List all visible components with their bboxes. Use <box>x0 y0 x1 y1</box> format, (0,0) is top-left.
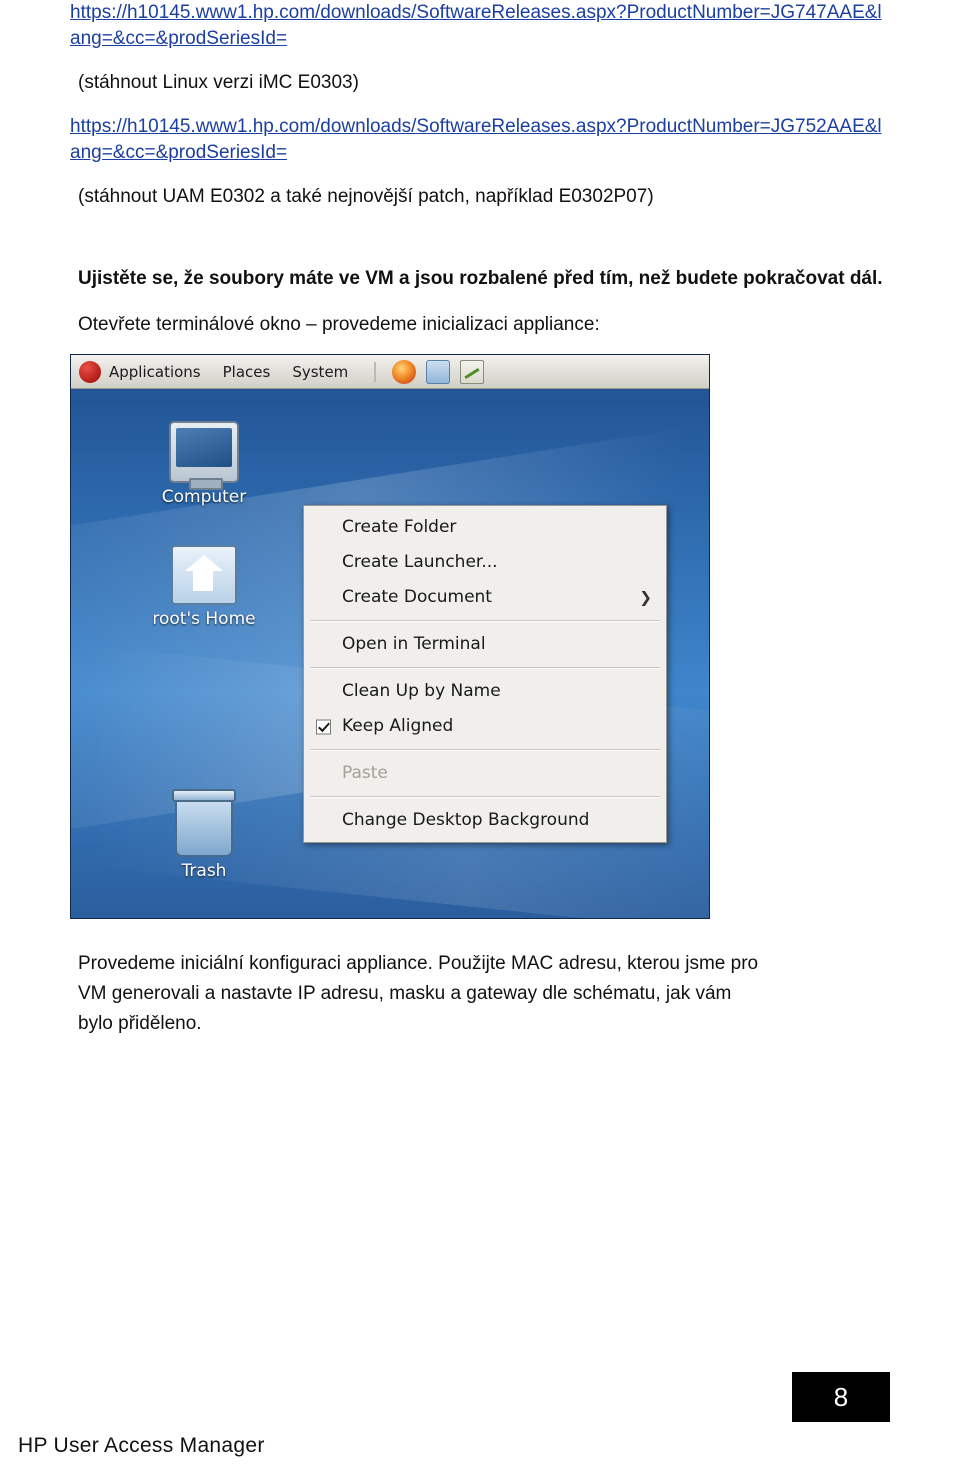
download-link-jg752aae[interactable]: https://h10145.www1.hp.com/downloads/Sof… <box>70 114 890 166</box>
download-link-jg747aae[interactable]: https://h10145.www1.hp.com/downloads/Sof… <box>70 0 890 52</box>
url-block-1: https://h10145.www1.hp.com/downloads/Sof… <box>70 0 890 52</box>
context-menu-item-create-launcher[interactable]: Create Launcher... <box>304 545 666 580</box>
computer-icon <box>169 421 239 490</box>
desktop-icon-label: root's Home <box>152 609 256 629</box>
context-menu-item-label: Paste <box>342 763 388 783</box>
context-menu-item-label: Create Launcher... <box>342 552 498 572</box>
desktop-icon-label: Trash <box>181 861 227 881</box>
panel-separator <box>374 361 377 382</box>
desktop-icon-label: Computer <box>161 487 247 507</box>
context-menu-item-label: Open in Terminal <box>342 634 486 654</box>
desktop-icon-home[interactable]: root's Home <box>129 545 279 629</box>
chevron-right-icon: ❯ <box>639 588 652 606</box>
context-menu-item-open-in-terminal[interactable]: Open in Terminal <box>304 627 666 662</box>
trash-icon <box>172 789 236 857</box>
footer-title: HP User Access Manager <box>18 1434 265 1457</box>
context-menu-separator <box>310 749 660 751</box>
gnome-top-panel: Applications Places System <box>71 355 709 389</box>
document-page: https://h10145.www1.hp.com/downloads/Sof… <box>0 0 960 1466</box>
context-menu-item-clean-up-by-name[interactable]: Clean Up by Name <box>304 674 666 709</box>
context-menu-item-label: Change Desktop Background <box>342 810 590 830</box>
url-block-2: https://h10145.www1.hp.com/downloads/Sof… <box>70 114 890 166</box>
instruction-open-terminal: Otevřete terminálové okno – provedeme in… <box>78 314 600 335</box>
checkbox-checked-icon[interactable] <box>316 719 331 734</box>
desktop-context-menu: Create Folder Create Launcher... Create … <box>303 505 667 843</box>
context-menu-item-create-folder[interactable]: Create Folder <box>304 510 666 545</box>
note-linux-imc: (stáhnout Linux verzi iMC E0303) <box>78 72 359 93</box>
context-menu-item-label: Create Document <box>342 587 492 607</box>
warning-note: Ujistěte se, že soubory máte ve VM a jso… <box>78 268 883 289</box>
text-editor-icon[interactable] <box>460 359 485 384</box>
context-menu-item-paste: Paste <box>304 756 666 791</box>
context-menu-item-label: Clean Up by Name <box>342 681 501 701</box>
page-footer: 8 HP User Access Manager <box>0 1372 960 1466</box>
menu-system[interactable]: System <box>292 363 348 381</box>
menu-applications[interactable]: Applications <box>109 363 201 381</box>
context-menu-item-label: Keep Aligned <box>342 716 454 736</box>
firefox-icon[interactable] <box>392 359 417 384</box>
desktop-screenshot: Applications Places System Computer root… <box>70 354 710 919</box>
context-menu-separator <box>310 667 660 669</box>
home-folder-icon <box>171 545 237 605</box>
context-menu-item-create-document[interactable]: Create Document ❯ <box>304 580 666 615</box>
closing-paragraph: Provedeme iniciální konfiguraci applianc… <box>78 953 759 1034</box>
context-menu-item-change-desktop-background[interactable]: Change Desktop Background <box>304 803 666 838</box>
desktop-icon-trash[interactable]: Trash <box>129 789 279 881</box>
note-uam-patch: (stáhnout UAM E0302 a také nejnovější pa… <box>78 186 654 207</box>
context-menu-separator <box>310 620 660 622</box>
distribution-logo-icon <box>79 360 101 383</box>
context-menu-item-keep-aligned[interactable]: Keep Aligned <box>304 709 666 744</box>
context-menu-item-label: Create Folder <box>342 517 457 537</box>
menu-places[interactable]: Places <box>223 363 271 381</box>
panel-launchers <box>392 359 485 384</box>
page-number: 8 <box>792 1372 890 1422</box>
context-menu-separator <box>310 796 660 798</box>
desktop-icon-computer[interactable]: Computer <box>129 421 279 507</box>
help-icon[interactable] <box>426 359 451 384</box>
